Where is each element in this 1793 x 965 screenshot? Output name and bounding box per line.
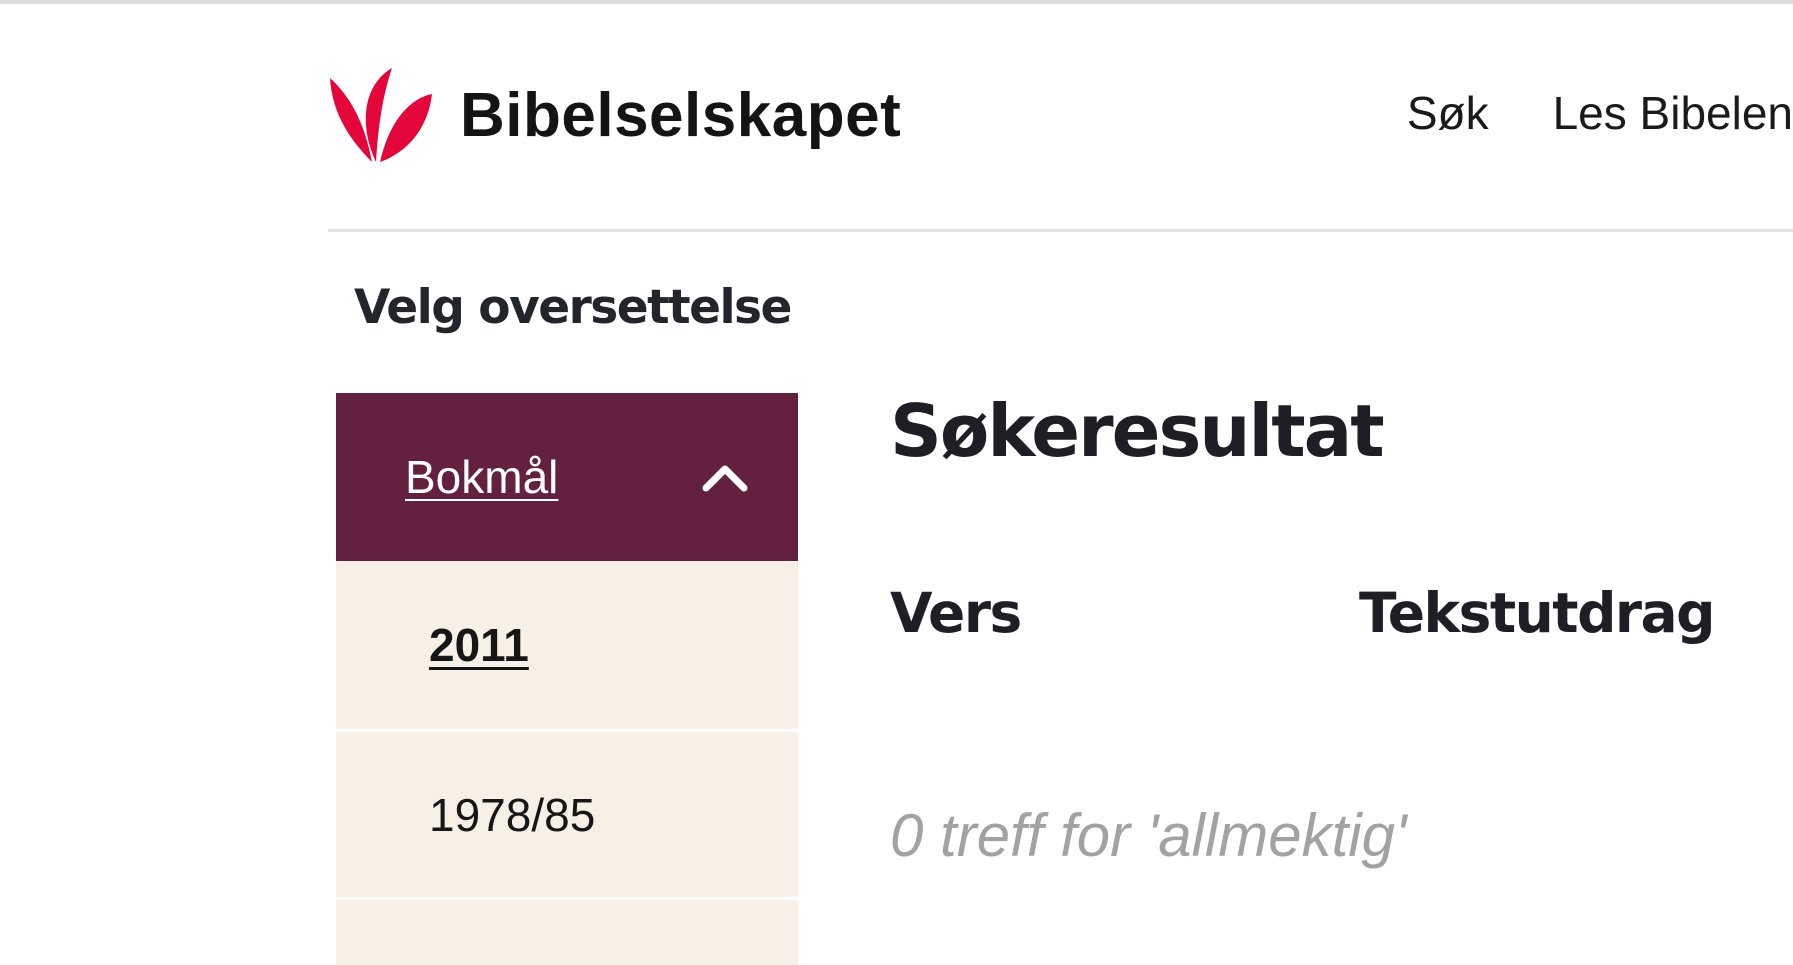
translation-item-next[interactable] xyxy=(336,897,798,965)
empty-results-message: 0 treff for 'allmektig' xyxy=(890,802,1407,869)
logo-link[interactable]: Bibelselskapet xyxy=(328,66,901,166)
translation-item-1978-85[interactable]: 1978/85 xyxy=(336,729,798,897)
brand-name: Bibelselskapet xyxy=(460,81,902,150)
header-divider xyxy=(328,229,1793,232)
main-nav: Søk Les Bibelen xyxy=(1407,86,1793,140)
page: Bibelselskapet Søk Les Bibelen Velg over… xyxy=(0,0,1793,965)
translation-accordion: Bokmål 2011 1978/85 xyxy=(336,393,798,965)
chevron-up-icon xyxy=(702,465,748,492)
accordion-label: Bokmål xyxy=(405,451,559,503)
accordion-toggle-bokmal[interactable]: Bokmål xyxy=(336,393,798,561)
nav-link-read-bible[interactable]: Les Bibelen xyxy=(1553,86,1793,140)
sidebar-title: Velg oversettelse xyxy=(354,280,792,335)
leaf-logo-icon xyxy=(330,68,432,162)
top-border xyxy=(0,0,1793,4)
page-title: Søkeresultat xyxy=(890,389,1385,473)
column-header-tekstutdrag: Tekstutdrag xyxy=(1359,581,1716,645)
column-header-vers: Vers xyxy=(890,581,1022,645)
translation-item-2011[interactable]: 2011 xyxy=(336,561,798,729)
nav-link-search[interactable]: Søk xyxy=(1407,86,1489,140)
